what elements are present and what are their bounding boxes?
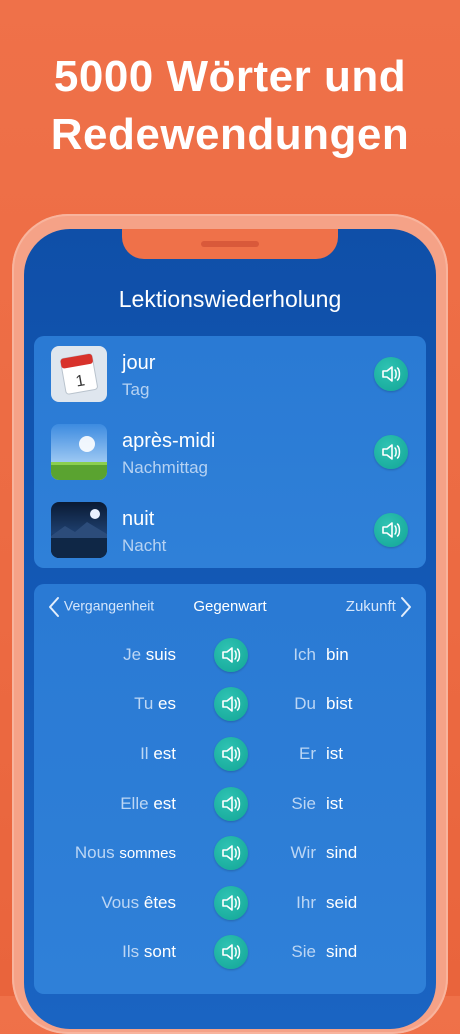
vocab-word: jour [122, 352, 156, 374]
conjugation-row: Ils sont Sie sind [34, 930, 426, 974]
de-pronoun: Er [299, 744, 316, 763]
speaker-icon [382, 444, 401, 460]
speaker-icon [222, 845, 241, 861]
fr-pronoun: Je [123, 645, 142, 664]
speaker-icon [382, 366, 401, 382]
speaker-button[interactable] [374, 513, 408, 547]
speaker-button[interactable] [214, 836, 248, 870]
headline-line-2: Redewendungen [50, 110, 410, 159]
fr-pronoun: Ils [122, 942, 140, 961]
vocab-row-jour[interactable]: 1 jour Tag [34, 336, 426, 406]
speaker-icon [222, 696, 241, 712]
speaker-button[interactable] [374, 357, 408, 391]
de-pronoun: Sie [291, 942, 316, 961]
speaker-icon [222, 944, 241, 960]
de-verb: sind [326, 942, 358, 961]
de-pronoun: Ich [293, 645, 316, 664]
chevron-right-icon [401, 597, 411, 617]
speaker-button[interactable] [374, 435, 408, 469]
de-verb: bin [326, 645, 349, 664]
conjugation-row: Elle est Sie ist [34, 782, 426, 826]
night-sky-icon [51, 502, 107, 558]
promo-headline: 5000 Wörter und Redewendungen [0, 48, 460, 164]
de-pronoun: Wir [290, 843, 316, 862]
fr-verb: est [153, 794, 176, 813]
conjugation-row: Nous sommes Wir sind [34, 831, 426, 875]
vocab-row-apres-midi[interactable]: après-midi Nachmittag [34, 414, 426, 484]
fr-pronoun: Vous [101, 893, 140, 912]
headline-line-1: 5000 Wörter und [53, 52, 407, 101]
vocab-translation: Nachmittag [122, 458, 208, 477]
de-verb: seid [326, 893, 358, 912]
vocab-card: 1 jour Tag après-midi Nachmittag nuit Na… [34, 336, 426, 568]
calendar-icon: 1 [51, 346, 107, 402]
conjugation-card: Vergangenheit Gegenwart Zukunft Je suis … [34, 584, 426, 994]
vocab-translation: Tag [122, 380, 150, 399]
fr-verb: suis [145, 645, 176, 664]
fr-pronoun: Nous [74, 843, 115, 862]
de-pronoun: Sie [291, 794, 316, 813]
conjugation-row: Il est Er ist [34, 732, 426, 776]
speaker-button[interactable] [214, 886, 248, 920]
fr-verb: êtes [143, 893, 176, 912]
conjugation-row: Vous êtes Ihr seid [34, 881, 426, 925]
speaker-icon [222, 796, 241, 812]
vocab-word: nuit [122, 508, 155, 530]
speaker-icon [382, 522, 401, 538]
de-verb: sind [326, 843, 358, 862]
conjugation-row: Je suis Ich bin [34, 633, 426, 677]
screen-title: Lektionswiederholung [118, 286, 342, 312]
speaker-icon [222, 746, 241, 762]
afternoon-sky-icon [51, 424, 107, 480]
de-pronoun: Ihr [296, 893, 316, 912]
speaker-icon [222, 647, 241, 663]
speaker-icon [222, 895, 241, 911]
vocab-word: après-midi [122, 430, 216, 452]
tense-next-button[interactable]: Zukunft [346, 596, 412, 618]
fr-pronoun: Elle [120, 794, 149, 813]
de-verb: ist [326, 744, 343, 763]
de-pronoun: Du [294, 694, 316, 713]
phone-speaker [201, 241, 259, 247]
fr-verb: es [158, 694, 176, 713]
fr-verb: est [153, 744, 176, 763]
fr-verb: sont [143, 942, 176, 961]
vocab-translation: Nacht [122, 536, 167, 555]
de-verb: bist [326, 694, 353, 713]
speaker-button[interactable] [214, 687, 248, 721]
speaker-button[interactable] [214, 935, 248, 969]
speaker-button[interactable] [214, 638, 248, 672]
vocab-row-nuit[interactable]: nuit Nacht [34, 492, 426, 562]
speaker-button[interactable] [214, 787, 248, 821]
tense-next-label: Zukunft [345, 597, 396, 615]
fr-pronoun: Il [140, 744, 149, 763]
fr-pronoun: Tu [134, 694, 154, 713]
conjugation-row: Tu es Du bist [34, 682, 426, 726]
de-verb: ist [326, 794, 343, 813]
fr-verb: sommes [119, 845, 176, 862]
speaker-button[interactable] [214, 737, 248, 771]
